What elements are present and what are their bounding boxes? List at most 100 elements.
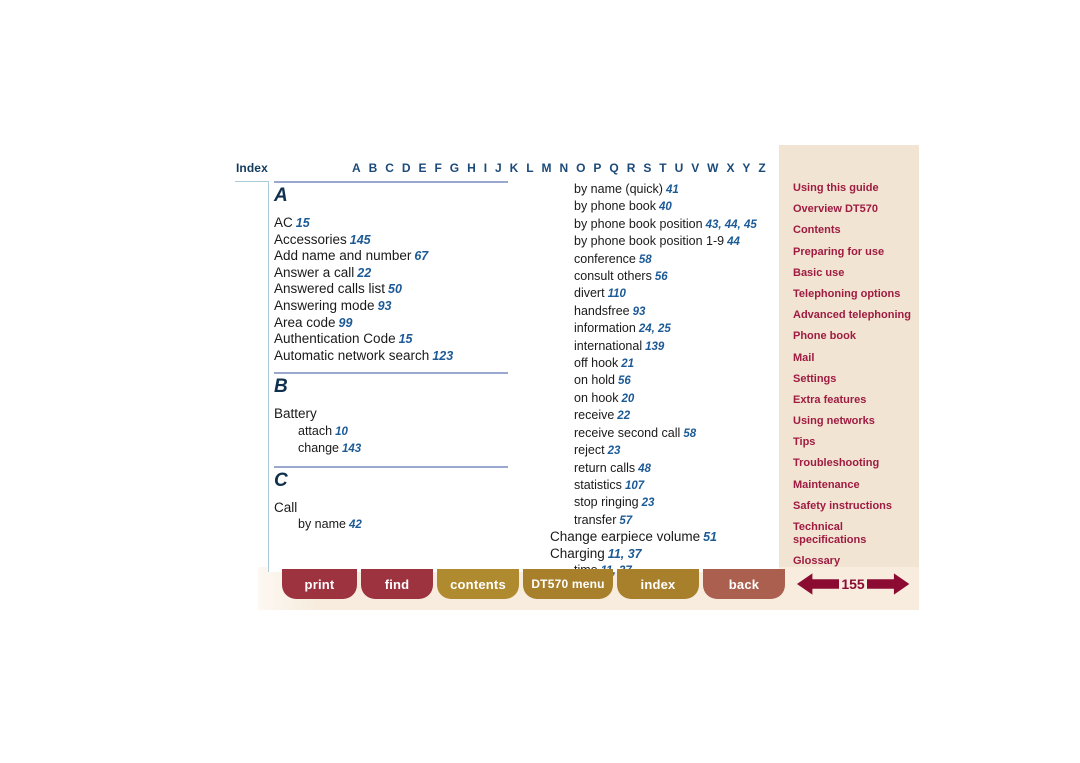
sidebar-item-technical-specifications[interactable]: Technical specifications: [793, 521, 919, 547]
index-entry[interactable]: Charging 11, 37: [550, 546, 778, 563]
entry-page-refs[interactable]: 99: [339, 316, 353, 330]
entry-page-refs[interactable]: 42: [349, 519, 362, 531]
entry-page-refs[interactable]: 57: [619, 515, 632, 527]
sidebar-item-contents[interactable]: Contents: [793, 224, 919, 237]
arrow-right-icon[interactable]: [866, 571, 909, 597]
contents-button[interactable]: contents: [437, 569, 519, 599]
sidebar-item-settings[interactable]: Settings: [793, 373, 919, 386]
sidebar-item-basic-use[interactable]: Basic use: [793, 267, 919, 280]
entry-page-refs[interactable]: 15: [399, 332, 413, 346]
index-button[interactable]: index: [617, 569, 699, 599]
alpha-link-c[interactable]: C: [385, 161, 394, 175]
entry-page-refs[interactable]: 145: [350, 233, 371, 247]
sidebar-item-telephoning-options[interactable]: Telephoning options: [793, 288, 919, 301]
sidebar-item-tips[interactable]: Tips: [793, 436, 919, 449]
entry-page-refs[interactable]: 143: [342, 443, 361, 455]
index-subentry[interactable]: consult others 56: [550, 268, 778, 285]
alpha-link-d[interactable]: D: [402, 161, 411, 175]
sidebar-item-maintenance[interactable]: Maintenance: [793, 479, 919, 492]
print-button[interactable]: print: [282, 569, 357, 599]
index-entry[interactable]: AC 15: [274, 215, 514, 232]
entry-page-refs[interactable]: 139: [645, 341, 664, 353]
index-subentry[interactable]: by name (quick) 41: [550, 181, 778, 198]
alpha-link-g[interactable]: G: [450, 161, 459, 175]
bottom-toolbar[interactable]: print find contents DT570 menu index bac…: [282, 569, 785, 599]
index-subentry[interactable]: information 24, 25: [550, 320, 778, 337]
index-subentry[interactable]: by phone book position 1-9 44: [550, 233, 778, 250]
alpha-link-p[interactable]: P: [593, 161, 601, 175]
index-entry[interactable]: Automatic network search 123: [274, 348, 514, 365]
entry-page-refs[interactable]: 41: [666, 184, 679, 196]
index-entry[interactable]: Add name and number 67: [274, 248, 514, 265]
alpha-link-q[interactable]: Q: [609, 161, 618, 175]
sidebar-item-troubleshooting[interactable]: Troubleshooting: [793, 457, 919, 470]
alpha-link-a[interactable]: A: [352, 161, 361, 175]
entry-page-refs[interactable]: 58: [639, 254, 652, 266]
index-subentry[interactable]: transfer 57: [550, 512, 778, 529]
alpha-link-j[interactable]: J: [495, 161, 502, 175]
index-subentry[interactable]: on hook 20: [550, 390, 778, 407]
alpha-link-w[interactable]: W: [707, 161, 718, 175]
alpha-link-r[interactable]: R: [627, 161, 636, 175]
alpha-link-u[interactable]: U: [675, 161, 684, 175]
entry-page-refs[interactable]: 67: [414, 249, 428, 263]
alpha-link-y[interactable]: Y: [742, 161, 750, 175]
entry-page-refs[interactable]: 20: [621, 393, 634, 405]
sidebar-item-using-networks[interactable]: Using networks: [793, 415, 919, 428]
entry-page-refs[interactable]: 23: [608, 445, 621, 457]
entry-page-refs[interactable]: 43, 44, 45: [706, 219, 757, 231]
index-subentry[interactable]: attach 10: [274, 423, 514, 440]
alpha-link-f[interactable]: F: [434, 161, 441, 175]
index-subentry[interactable]: handsfree 93: [550, 303, 778, 320]
index-subentry[interactable]: international 139: [550, 338, 778, 355]
entry-page-refs[interactable]: 23: [642, 497, 655, 509]
entry-page-refs[interactable]: 123: [432, 349, 453, 363]
index-subentry[interactable]: by phone book 40: [550, 198, 778, 215]
entry-page-refs[interactable]: 93: [633, 306, 646, 318]
sidebar-nav[interactable]: Using this guide Overview DT570 Contents Pr…: [793, 182, 919, 576]
index-subentry[interactable]: stop ringing 23: [550, 494, 778, 511]
alphabet-nav[interactable]: ABCDEFGHIJKLMNOPQRSTUVWXYZ: [352, 161, 766, 175]
index-subentry[interactable]: conference 58: [550, 251, 778, 268]
alpha-link-i[interactable]: I: [484, 161, 487, 175]
index-entry[interactable]: Area code 99: [274, 315, 514, 332]
index-entry[interactable]: Answered calls list 50: [274, 281, 514, 298]
arrow-left-icon[interactable]: [797, 571, 840, 597]
pager[interactable]: 155: [797, 570, 909, 598]
index-subentry[interactable]: receive second call 58: [550, 425, 778, 442]
alpha-link-m[interactable]: M: [542, 161, 552, 175]
sidebar-item-using-this-guide[interactable]: Using this guide: [793, 182, 919, 195]
alpha-link-b[interactable]: B: [369, 161, 378, 175]
entry-page-refs[interactable]: 58: [683, 428, 696, 440]
index-subentry[interactable]: on hold 56: [550, 372, 778, 389]
index-subentry[interactable]: by phone book position 43, 44, 45: [550, 216, 778, 233]
sidebar-item-advanced-telephoning[interactable]: Advanced telephoning: [793, 309, 919, 322]
alpha-link-e[interactable]: E: [419, 161, 427, 175]
sidebar-item-glossary[interactable]: Glossary: [793, 555, 919, 568]
index-subentry[interactable]: reject 23: [550, 442, 778, 459]
index-entry[interactable]: Answering mode 93: [274, 298, 514, 315]
index-subentry[interactable]: change 143: [274, 440, 514, 457]
index-subentry[interactable]: by name 42: [274, 516, 514, 533]
alpha-link-v[interactable]: V: [691, 161, 699, 175]
entry-page-refs[interactable]: 11, 37: [608, 547, 642, 561]
entry-page-refs[interactable]: 10: [335, 426, 348, 438]
index-subentry[interactable]: receive 22: [550, 407, 778, 424]
alpha-link-n[interactable]: N: [560, 161, 569, 175]
entry-page-refs[interactable]: 56: [618, 375, 631, 387]
sidebar-item-phone-book[interactable]: Phone book: [793, 330, 919, 343]
entry-page-refs[interactable]: 44: [727, 236, 740, 248]
entry-page-refs[interactable]: 22: [617, 410, 630, 422]
sidebar-item-extra-features[interactable]: Extra features: [793, 394, 919, 407]
entry-page-refs[interactable]: 48: [638, 463, 651, 475]
entry-page-refs[interactable]: 110: [608, 288, 626, 300]
index-subentry[interactable]: return calls 48: [550, 460, 778, 477]
alpha-link-o[interactable]: O: [576, 161, 585, 175]
alpha-link-z[interactable]: Z: [758, 161, 765, 175]
entry-page-refs[interactable]: 107: [625, 480, 644, 492]
index-entry[interactable]: Call: [274, 500, 514, 517]
alpha-link-x[interactable]: X: [726, 161, 734, 175]
entry-page-refs[interactable]: 15: [296, 216, 310, 230]
sidebar-item-overview-dt570[interactable]: Overview DT570: [793, 203, 919, 216]
back-button[interactable]: back: [703, 569, 785, 599]
